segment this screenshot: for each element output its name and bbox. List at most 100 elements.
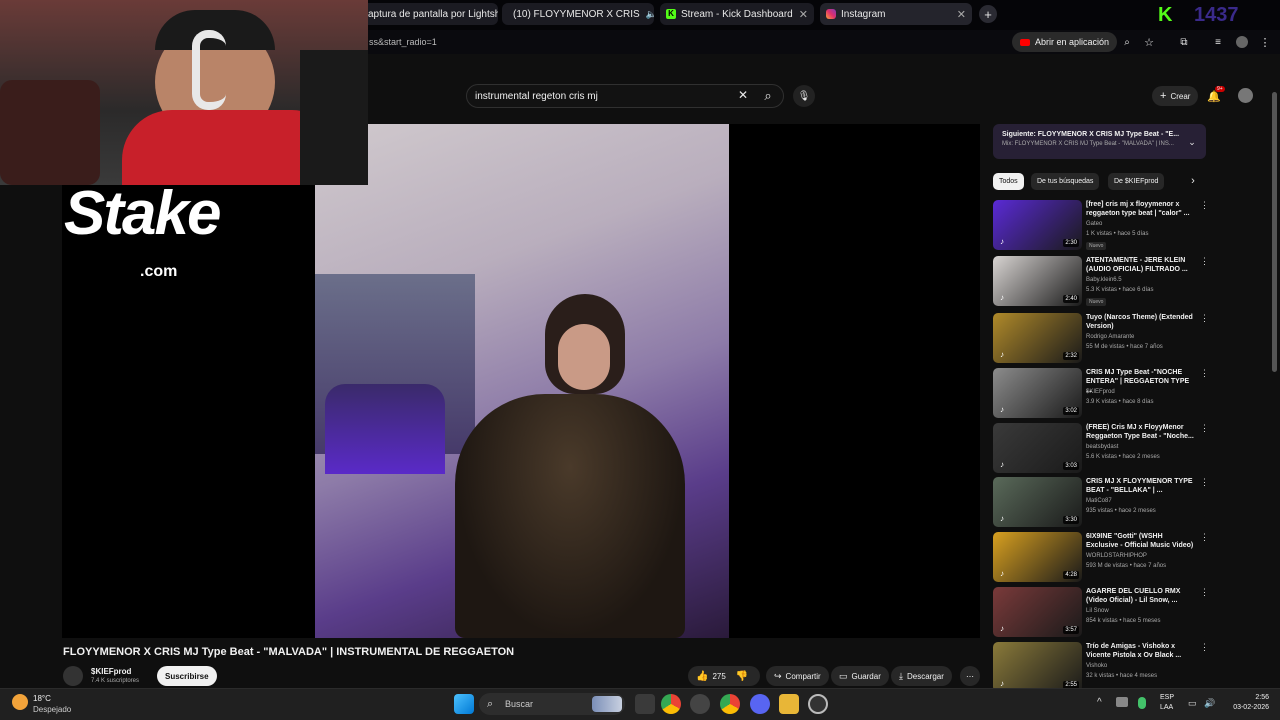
subscribe-button[interactable]: Suscribirse	[157, 666, 217, 686]
recommendation-item[interactable]: ♪ 3:02 CRIS MJ Type Beat -"NOCHE ENTERA" |…	[993, 368, 1209, 420]
recommendation-item[interactable]: ♪ 4:28 6IX9INE "Gotti" (WSHH Exclusive - O…	[993, 532, 1209, 584]
create-button[interactable]: + Crear	[1152, 86, 1199, 106]
recommendation-channel[interactable]: Rodrigo Amarante	[1086, 334, 1134, 340]
microphone-icon[interactable]: 🎙	[793, 85, 815, 107]
recommendation-item[interactable]: ♪ 3:30 CRIS MJ X FLOYYMENOR TYPE BEAT - "B…	[993, 477, 1209, 529]
discord-icon[interactable]	[750, 694, 770, 714]
video-thumbnail[interactable]: ♪ 3:02	[993, 368, 1082, 418]
recommendation-channel[interactable]: beatsbydast	[1086, 444, 1118, 450]
open-in-app-button[interactable]: Abrir en aplicación	[1012, 32, 1118, 52]
video-thumbnail[interactable]: ♪ 2:30	[993, 200, 1082, 250]
item-menu-icon[interactable]: ⋮	[1200, 423, 1209, 434]
video-thumbnail[interactable]: ♪ 3:57	[993, 587, 1082, 637]
chip-channel[interactable]: De $KIEFprod	[1108, 173, 1165, 190]
recommendation-title[interactable]: CRIS MJ X FLOYYMENOR TYPE BEAT - "BELLAK…	[1086, 477, 1196, 495]
close-tab-icon[interactable]: ✕	[957, 8, 966, 21]
tab-instagram[interactable]: Instagram ✕	[820, 3, 972, 25]
tab-kick[interactable]: K Stream - Kick Dashboard ✕	[660, 3, 814, 25]
up-next-panel[interactable]: Siguiente: FLOYYMENOR X CRIS MJ Type Bea…	[993, 124, 1206, 159]
chevron-down-icon[interactable]: ⌄	[1186, 136, 1198, 148]
tab-screenshot[interactable]: aptura de pantalla por Lightsh✕	[362, 3, 498, 25]
download-button[interactable]: ⤓ Descargar	[891, 666, 952, 686]
recommendation-title[interactable]: (FREE) Cris MJ x FloyyMenor Reggaeton Ty…	[1086, 423, 1196, 441]
microphone-tray-icon[interactable]	[1138, 697, 1146, 709]
chrome-icon[interactable]	[661, 694, 681, 714]
new-tab-button[interactable]: +	[979, 5, 997, 23]
item-menu-icon[interactable]: ⋮	[1200, 587, 1209, 598]
weather-temp[interactable]: 18°C	[33, 694, 51, 703]
video-thumbnail[interactable]: ♪ 3:30	[993, 477, 1082, 527]
account-avatar[interactable]	[1238, 88, 1253, 103]
clock-date[interactable]: 03-02-2026	[1222, 704, 1269, 711]
thumbs-up-icon[interactable]: 👍	[696, 671, 708, 682]
chip-todos[interactable]: Todos	[993, 173, 1024, 190]
recommendation-item[interactable]: ♪ 2:55 Trío de Amigas - Vishoko x Vicente …	[993, 642, 1209, 694]
recommendation-channel[interactable]: WORLDSTARHIPHOP	[1086, 553, 1147, 559]
recommendation-title[interactable]: [free] cris mj x floyymenor x reggaeton …	[1086, 200, 1196, 218]
task-view-icon[interactable]	[635, 694, 655, 714]
search-icon[interactable]: ⌕	[759, 87, 777, 105]
file-explorer-icon[interactable]	[779, 694, 799, 714]
item-menu-icon[interactable]: ⋮	[1200, 256, 1209, 267]
item-menu-icon[interactable]: ⋮	[1200, 477, 1209, 488]
speaker-icon[interactable]: 🔈	[646, 9, 654, 20]
recommendation-title[interactable]: Trío de Amigas - Vishoko x Vicente Pisto…	[1086, 642, 1196, 660]
network-icon[interactable]: ▭	[1188, 698, 1197, 709]
recommendation-channel[interactable]: MatiCo87	[1086, 498, 1112, 504]
media-control-icon[interactable]: ≡	[1210, 34, 1226, 50]
zoom-icon[interactable]: ⌕	[1119, 34, 1135, 50]
recommendation-item[interactable]: ♪ 2:32 Tuyo (Narcos Theme) (Extended Versi…	[993, 313, 1209, 365]
video-thumbnail[interactable]: ♪ 2:32	[993, 313, 1082, 363]
item-menu-icon[interactable]: ⋮	[1200, 368, 1209, 379]
recommendation-channel[interactable]: Baby.klein6.5	[1086, 277, 1122, 283]
volume-icon[interactable]: 🔊	[1204, 698, 1215, 709]
recommendation-channel[interactable]: Vishoko	[1086, 663, 1107, 669]
media-player-icon[interactable]	[808, 694, 828, 714]
recommendation-item[interactable]: ♪ 3:03 (FREE) Cris MJ x FloyyMenor Reggaet…	[993, 423, 1209, 475]
item-menu-icon[interactable]: ⋮	[1200, 313, 1209, 324]
share-button[interactable]: ↪ Compartir	[766, 666, 829, 686]
obs-icon[interactable]	[690, 694, 710, 714]
recommendation-title[interactable]: AGARRE DEL CUELLO RMX (Video Oficial) - …	[1086, 587, 1196, 605]
profile-avatar[interactable]	[1236, 36, 1248, 48]
recommendation-item[interactable]: ♪ 3:57 AGARRE DEL CUELLO RMX (Video Oficia…	[993, 587, 1209, 639]
channel-avatar[interactable]	[63, 666, 83, 686]
chevron-right-icon[interactable]: ›	[1186, 174, 1200, 188]
item-menu-icon[interactable]: ⋮	[1200, 532, 1209, 543]
keyboard-layout[interactable]: LAA	[1160, 704, 1173, 711]
close-tab-icon[interactable]: ✕	[799, 8, 808, 21]
recommendation-title[interactable]: ATENTAMENTE - JERE KLEIN (AUDIO OFICIAL)…	[1086, 256, 1196, 274]
clock-time[interactable]: 2:56	[1227, 694, 1269, 701]
tray-app-icon[interactable]	[1116, 697, 1128, 707]
recommendation-title[interactable]: 6IX9INE "Gotti" (WSHH Exclusive - Offici…	[1086, 532, 1196, 550]
recommendation-channel[interactable]: Gateo	[1086, 221, 1102, 227]
more-actions-button[interactable]: ⋯	[960, 666, 980, 686]
item-menu-icon[interactable]: ⋮	[1200, 642, 1209, 653]
thumbs-down-icon[interactable]: 👎	[736, 671, 748, 682]
tab-youtube[interactable]: (10) FLOYYMENOR X CRIS 🔈 ✕	[502, 3, 654, 25]
menu-kebab-icon[interactable]: ⋮	[1259, 34, 1271, 50]
recommendation-item[interactable]: ♪ 2:30 [free] cris mj x floyymenor x regga…	[993, 200, 1209, 252]
save-button[interactable]: ▭ Guardar	[831, 666, 889, 686]
bookmark-star-icon[interactable]: ☆	[1141, 34, 1157, 50]
video-thumbnail[interactable]: ♪ 2:55	[993, 642, 1082, 692]
recommendation-channel[interactable]: $KIEFprod	[1086, 389, 1115, 395]
page-scrollbar[interactable]	[1272, 92, 1277, 372]
recommendation-title[interactable]: Tuyo (Narcos Theme) (Extended Version)	[1086, 313, 1196, 331]
chip-busquedas[interactable]: De tus búsquedas	[1031, 173, 1100, 190]
video-thumbnail[interactable]: ♪ 2:40	[993, 256, 1082, 306]
tray-chevron-up-icon[interactable]: ^	[1097, 697, 1102, 708]
weather-description[interactable]: Despejado	[33, 705, 71, 714]
video-thumbnail[interactable]: ♪ 4:28	[993, 532, 1082, 582]
windows-start-icon[interactable]	[454, 694, 474, 714]
video-thumbnail[interactable]: ♪ 3:03	[993, 423, 1082, 473]
recommendation-item[interactable]: ♪ 2:40 ATENTAMENTE - JERE KLEIN (AUDIO OFI…	[993, 256, 1209, 308]
channel-name[interactable]: $KIEFprod	[91, 667, 131, 676]
item-menu-icon[interactable]: ⋮	[1200, 200, 1209, 211]
extensions-icon[interactable]: ⧉	[1176, 34, 1192, 50]
url-text[interactable]: ss&start_radio=1	[369, 37, 437, 47]
recommendation-channel[interactable]: Lil Snow	[1086, 608, 1109, 614]
chrome-active-icon[interactable]	[720, 694, 740, 714]
language-code[interactable]: ESP	[1160, 694, 1174, 701]
clear-search-icon[interactable]: ✕	[736, 88, 750, 102]
